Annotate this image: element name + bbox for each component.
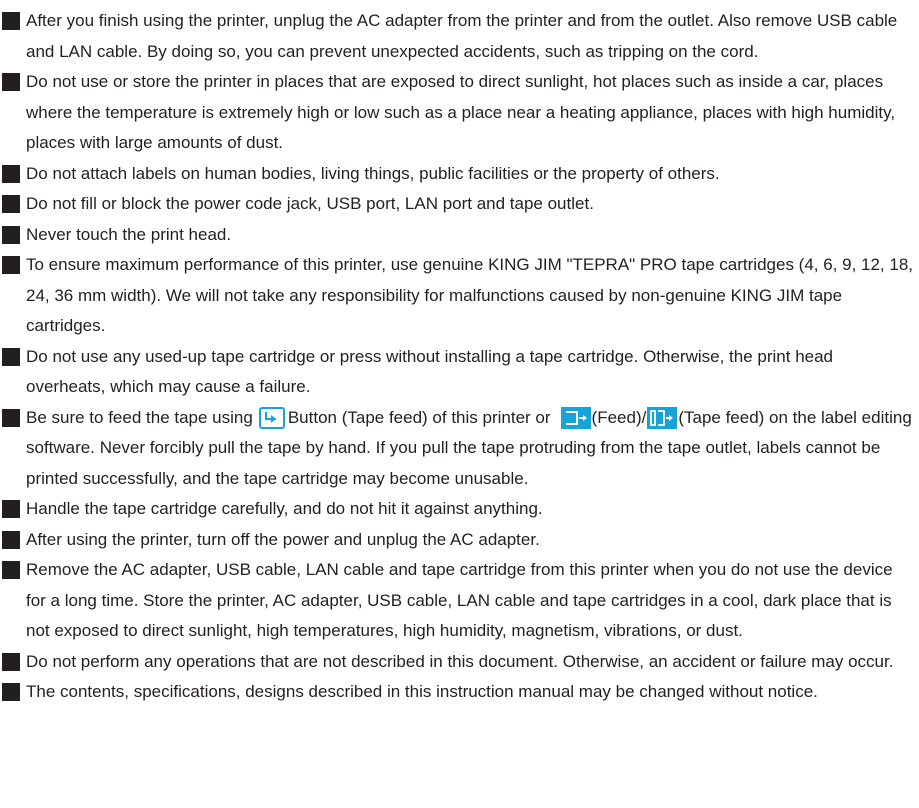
item-text: After you finish using the printer, unpl…	[26, 11, 898, 61]
bullet-square-icon	[2, 225, 20, 244]
item-text: Do not use any used-up tape cartridge or…	[26, 346, 834, 397]
bullet-square-icon	[2, 12, 20, 30]
list-item: After you finish using the printer, unpl…	[2, 6, 916, 67]
bullet-square-icon	[2, 561, 20, 579]
bullet-square-icon	[2, 530, 20, 549]
list-item-tape-feed: Be sure to feed the tape using Button (Ta…	[2, 403, 916, 495]
bullet-square-icon	[2, 408, 20, 427]
item-text: Never touch the print head.	[26, 224, 232, 244]
item-text: Do not fill or block the power code jack…	[26, 194, 594, 213]
item-text: Handle the tape cartridge carefully, and…	[26, 499, 543, 518]
bullet-square-icon	[2, 652, 20, 671]
bullet-square-icon	[2, 73, 20, 91]
item-text: Do not perform any operations that are n…	[26, 651, 894, 671]
item-text: Do not use or store the printer in place…	[26, 72, 896, 152]
item-text-part1: Be sure to feed the tape using	[26, 407, 253, 427]
bullet-square-icon	[2, 164, 20, 183]
bullet-square-icon	[2, 500, 20, 518]
item-text: After using the printer, turn off the po…	[26, 529, 540, 549]
bullet-square-icon	[2, 347, 20, 366]
item-text: The contents, specifications, designs de…	[26, 682, 818, 701]
list-item: After using the printer, turn off the po…	[2, 525, 916, 556]
list-item: The contents, specifications, designs de…	[2, 677, 916, 708]
list-item: Handle the tape cartridge carefully, and…	[2, 494, 916, 525]
list-item: Do not attach labels on human bodies, li…	[2, 159, 916, 190]
item-text: Do not attach labels on human bodies, li…	[26, 163, 720, 183]
item-text-part3: (Feed)/	[591, 407, 647, 427]
precautions-list: After you finish using the printer, unpl…	[2, 6, 916, 708]
tape-feed-icon	[647, 406, 678, 429]
item-text: Remove the AC adapter, USB cable, LAN ca…	[26, 560, 893, 640]
item-text: To ensure maximum performance of this pr…	[26, 255, 914, 335]
feed-icon	[560, 406, 591, 429]
bullet-square-icon	[2, 683, 20, 701]
bullet-square-icon	[2, 195, 20, 213]
tape-feed-button-icon	[258, 406, 285, 429]
list-item: Do not use any used-up tape cartridge or…	[2, 342, 916, 403]
bullet-square-icon	[2, 256, 20, 274]
item-text-part2: Button (Tape feed) of this printer or	[287, 407, 551, 427]
list-item: To ensure maximum performance of this pr…	[2, 250, 916, 342]
list-item: Remove the AC adapter, USB cable, LAN ca…	[2, 555, 916, 647]
list-item: Do not use or store the printer in place…	[2, 67, 916, 159]
list-item: Do not perform any operations that are n…	[2, 647, 916, 678]
list-item: Never touch the print head.	[2, 220, 916, 251]
list-item: Do not fill or block the power code jack…	[2, 189, 916, 220]
